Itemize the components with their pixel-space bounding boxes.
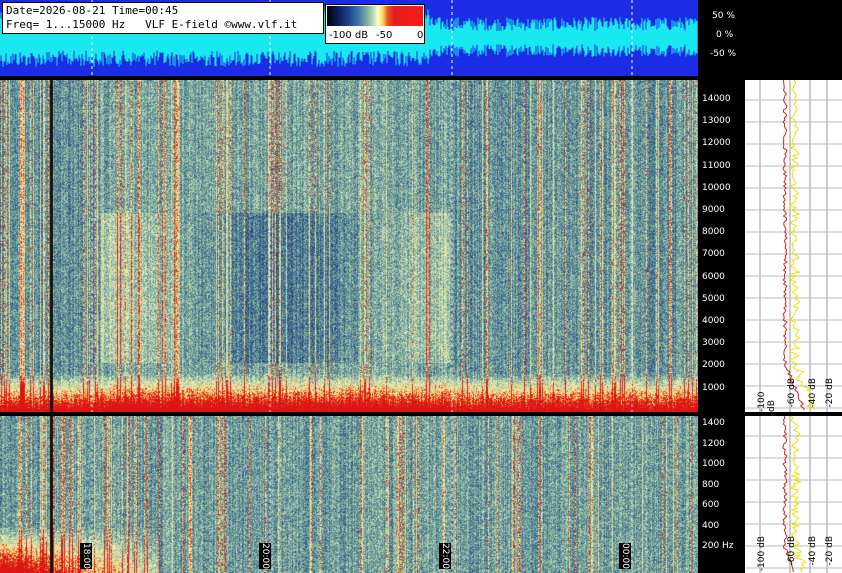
db-label: -40 dB — [808, 536, 818, 566]
frequency-tick-label: 1000 — [702, 382, 725, 393]
lower-spectrogram-image — [0, 416, 698, 573]
frequency-tick-label: 4000 — [702, 316, 725, 326]
waveform-axis-label: -50 % — [710, 49, 737, 59]
colorbar-label-max: 0 — [417, 30, 424, 41]
time-tick: 00:00 — [619, 543, 631, 569]
db-label: -40 dB — [808, 378, 818, 408]
db-label: -60 dB — [787, 378, 797, 408]
upper-spectrum-curve — [745, 80, 842, 412]
frequency-tick-label: 12000 — [702, 138, 731, 149]
frequency-tick-label: 600 — [702, 500, 720, 510]
db-label: -20 dB — [825, 378, 835, 408]
info-header: Date=2026-08-21 Time=00:45 Freq= 1...150… — [2, 2, 324, 34]
waveform-panel: Date=2026-08-21 Time=00:45 Freq= 1...150… — [0, 0, 698, 76]
date-time-label: Date=2026-08-21 Time=00:45 — [6, 4, 179, 17]
time-tick: 18:00 — [80, 543, 92, 569]
frequency-tick-label: 800 — [702, 479, 720, 490]
frequency-tick-label: 6000 — [702, 271, 725, 282]
colorbar-label-min: -100 dB — [329, 30, 369, 41]
db-label: -60 dB — [787, 536, 797, 566]
frequency-tick-label: 1000 — [702, 459, 725, 469]
colorbar-legend: -100 dB -50 0 — [325, 4, 425, 44]
db-label: -100 dB — [757, 536, 767, 572]
frequency-tick-label: 5000 — [702, 293, 725, 304]
upper-spectrum-profile: -100 dB -60 dB -40 dB -20 dB — [745, 80, 842, 412]
frequency-tick-label: 3000 — [702, 338, 725, 349]
frequency-label: Freq= 1...15000 Hz VLF E-field ©www.vlf.… — [6, 18, 298, 31]
lower-spectrogram — [0, 416, 698, 573]
frequency-tick-label: 11000 — [702, 160, 731, 171]
frequency-tick-label: 14000 — [702, 94, 731, 104]
frequency-tick-label: 2000 — [702, 360, 725, 371]
waveform-axis-label: 0 % — [716, 30, 734, 40]
average-spectrum-line — [782, 80, 805, 411]
time-tick: 20:00 — [259, 543, 271, 569]
peak-spectrum-line — [788, 80, 817, 411]
frequency-tick-label: 8000 — [702, 227, 725, 238]
upper-spectrogram — [0, 80, 698, 412]
frequency-tick-label: 400 — [702, 520, 720, 531]
upper-spectrogram-image — [0, 80, 698, 412]
frequency-tick-label: 1400 — [702, 418, 725, 428]
waveform-axis-label: 50 % — [712, 11, 735, 21]
frequency-tick-label: 10000 — [702, 182, 731, 193]
db-label: -20 dB — [825, 536, 835, 566]
frequency-tick-label: 9000 — [702, 205, 725, 215]
colorbar-gradient — [327, 6, 423, 26]
frequency-tick-label: 200 Hz — [702, 541, 734, 551]
vlf-spectrogram-viewer: Date=2026-08-21 Time=00:45 Freq= 1...150… — [0, 0, 842, 573]
colorbar-label-mid: -50 — [376, 30, 393, 41]
frequency-tick-label: 7000 — [702, 249, 725, 260]
frequency-tick-label: 13000 — [702, 116, 731, 127]
lower-spectrum-profile: -100 dB -60 dB -40 dB -20 dB — [745, 416, 842, 573]
frequency-tick-label: 1200 — [702, 438, 725, 449]
db-label: -100 dB — [757, 391, 777, 412]
time-tick: 22:00 — [439, 543, 451, 569]
